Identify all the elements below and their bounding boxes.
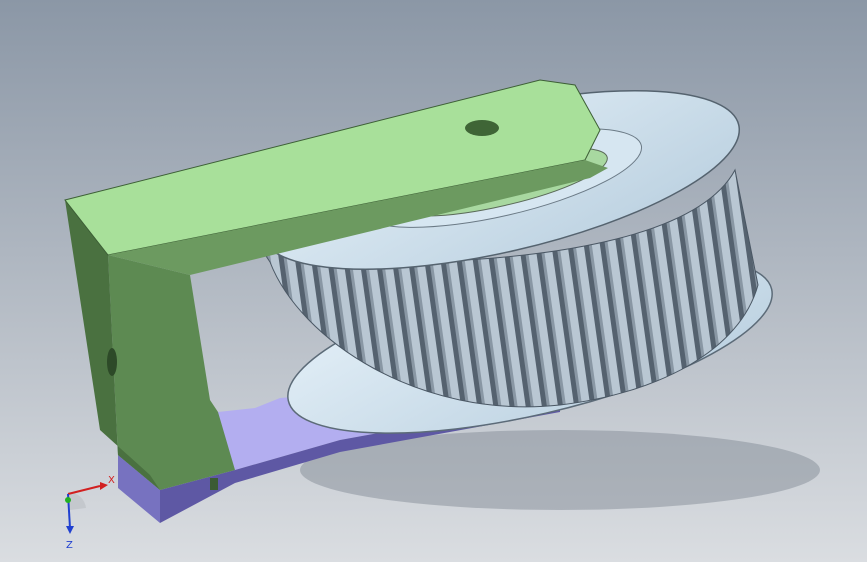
- x-axis-label: X: [108, 475, 115, 486]
- bracket-top-hole: [465, 120, 499, 136]
- x-axis-line: [67, 485, 101, 495]
- graphics-viewport[interactable]: X Z: [0, 0, 867, 562]
- axis-triad: X Z: [65, 475, 115, 550]
- bracket-side-hole: [107, 348, 117, 376]
- x-axis-arrow: [100, 482, 108, 490]
- z-axis-arrow: [66, 526, 74, 534]
- y-axis-marker: [65, 497, 71, 503]
- bracket-slot: [210, 478, 218, 490]
- 3d-model-view[interactable]: [0, 0, 867, 562]
- z-axis-label: Z: [66, 540, 73, 550]
